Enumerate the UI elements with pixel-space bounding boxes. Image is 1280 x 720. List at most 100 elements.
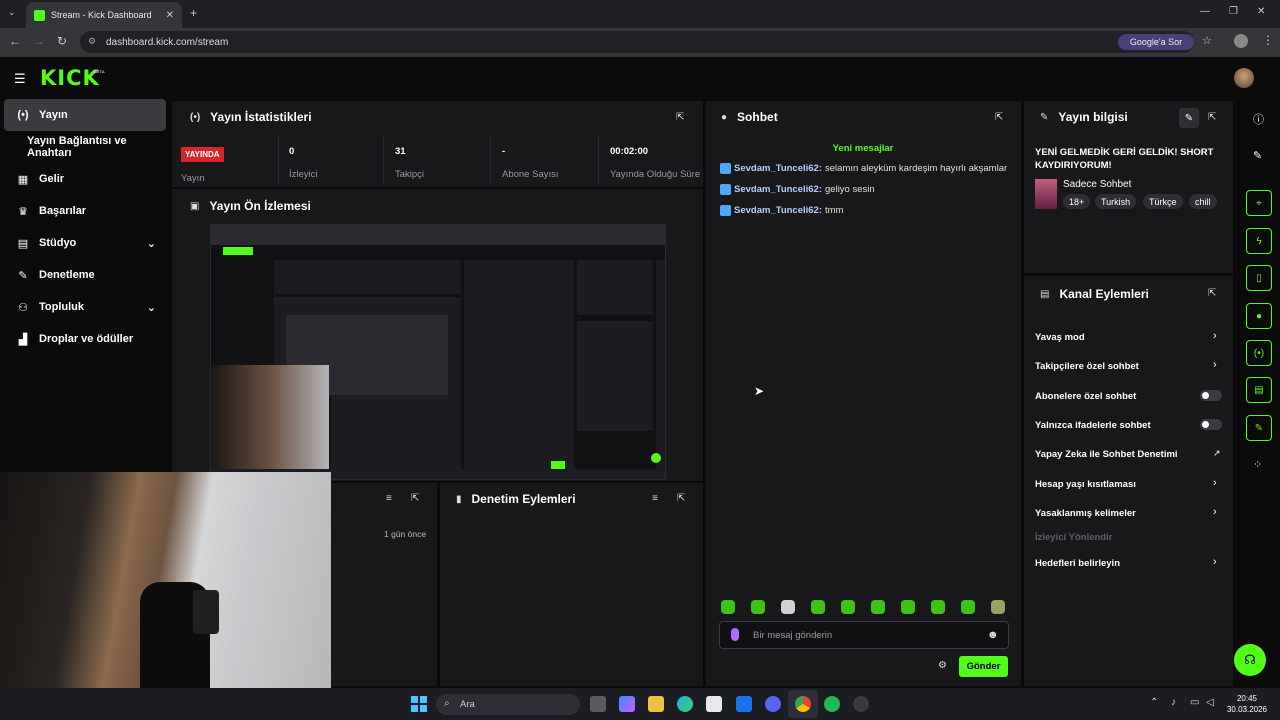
chevron-right-icon[interactable]: › (1213, 330, 1217, 342)
send-button[interactable]: Gönder (959, 656, 1008, 677)
chat-settings-gear-icon[interactable]: ⚙ (938, 660, 947, 671)
sidebar-item-stream-key[interactable]: Yayın Bağlantısı ve Anahtarı (4, 131, 166, 163)
popout-icon[interactable]: ⇱ (1208, 288, 1216, 299)
action-set-goals[interactable]: Hedefleri belirleyin (1035, 558, 1120, 569)
info-icon[interactable]: ⓘ (1253, 111, 1264, 127)
sidebar-item-gelir[interactable]: ▦ Gelir (4, 163, 166, 195)
popout-icon[interactable]: ⇱ (677, 493, 685, 504)
taskbar-clock[interactable]: 20:45 30.03.2026 (1222, 693, 1272, 715)
browser-tab[interactable]: Stream - Kick Dashboard ✕ (26, 2, 182, 28)
copilot-icon[interactable] (619, 696, 635, 712)
tab-list-icon[interactable]: ⌄ (8, 7, 16, 18)
chat-username[interactable]: Sevdam_Tunceli62: (734, 205, 822, 216)
wrench-icon[interactable]: ✎ (1246, 415, 1272, 441)
edit-pencil-icon[interactable]: ✎ (1253, 149, 1262, 162)
chat-bubble-icon[interactable]: ● (1246, 303, 1272, 329)
edit-pencil-icon[interactable]: ✎ (1179, 108, 1199, 128)
tray-chevron-up-icon[interactable]: ⌃ (1150, 697, 1158, 708)
reload-icon[interactable]: ↻ (57, 34, 67, 48)
spotify-icon[interactable] (824, 696, 840, 712)
popout-icon[interactable]: ⇱ (411, 493, 419, 504)
tray-volume-icon[interactable]: ◁ (1206, 697, 1214, 708)
sidebar-item-droplar[interactable]: ▟ Droplar ve ödüller (4, 323, 166, 355)
emote-icon[interactable] (931, 600, 945, 614)
mail-icon[interactable] (736, 696, 752, 712)
chat-input[interactable]: Bir mesaj gönderin (719, 621, 1009, 649)
bookmark-star-icon[interactable]: ☆ (1202, 34, 1212, 47)
layout-icon[interactable]: ▤ (1246, 377, 1272, 403)
chevron-right-icon[interactable]: › (1213, 556, 1217, 568)
lightning-icon[interactable]: ϟ (1246, 228, 1272, 254)
add-widget-icon[interactable]: ⁘ (1253, 458, 1262, 471)
emote-icon[interactable] (841, 600, 855, 614)
address-bar[interactable]: ⚙ dashboard.kick.com/stream (80, 31, 1194, 53)
emote-icon[interactable] (991, 600, 1005, 614)
screenshot-icon[interactable]: ⌖ (1246, 190, 1272, 216)
tray-microphone-icon[interactable]: ♪ (1171, 697, 1176, 708)
action-followers-only[interactable]: Takipçilere özel sohbet (1035, 361, 1139, 372)
sidebar-item-studyo[interactable]: ▤ Stüdyo ⌄ (4, 227, 166, 259)
stream-preview-video[interactable] (210, 224, 666, 480)
action-slow-mode[interactable]: Yavaş mod (1035, 332, 1085, 343)
sidebar-item-denetleme[interactable]: ✎ Denetleme (4, 259, 166, 291)
help-support-button[interactable]: ☊ (1234, 644, 1266, 676)
sidebar-item-yayin[interactable]: (•) Yayın (4, 99, 166, 131)
chat-username[interactable]: Sevdam_Tunceli62: (734, 184, 822, 195)
task-view-icon[interactable] (590, 696, 606, 712)
emote-icon[interactable] (781, 600, 795, 614)
chevron-right-icon[interactable]: › (1213, 477, 1217, 489)
kick-logo[interactable]: KICK (40, 66, 100, 90)
popout-icon[interactable]: ⇱ (995, 112, 1003, 123)
emote-icon[interactable] (811, 600, 825, 614)
obs-icon[interactable] (853, 696, 869, 712)
subscribers-only-toggle[interactable] (1200, 390, 1222, 401)
restore-icon[interactable]: ❐ (1229, 6, 1238, 17)
emote-icon[interactable] (721, 600, 735, 614)
menu-dots-icon[interactable]: ⋮ (1262, 33, 1274, 47)
profile-icon[interactable] (1234, 34, 1248, 48)
emote-icon[interactable] (961, 600, 975, 614)
action-account-age[interactable]: Hesap yaşı kısıtlaması (1035, 479, 1136, 490)
file-explorer-icon[interactable] (648, 696, 664, 712)
chrome-icon[interactable] (795, 696, 811, 712)
filter-icon[interactable]: ≡ (386, 493, 392, 504)
windows-start-icon[interactable] (411, 696, 427, 712)
sidebar-item-topluluk[interactable]: ⚇ Topluluk ⌄ (4, 291, 166, 323)
filter-icon[interactable]: ≡ (652, 493, 658, 504)
category-name[interactable]: Sadece Sohbet (1063, 179, 1131, 190)
popout-icon[interactable]: ⇱ (676, 112, 684, 123)
chat-message[interactable]: Sevdam_Tunceli62: tmm (720, 205, 843, 216)
sidebar-item-basarilar[interactable]: ♛ Başarılar (4, 195, 166, 227)
user-avatar[interactable] (1234, 68, 1254, 88)
forward-icon[interactable]: → (33, 34, 45, 48)
external-link-icon[interactable]: ↗ (1213, 448, 1221, 459)
minimize-icon[interactable]: — (1200, 6, 1210, 17)
action-banned-words[interactable]: Yasaklanmış kelimeler (1035, 508, 1136, 519)
taskbar-search[interactable]: ⌕ Ara (436, 694, 580, 715)
category-thumbnail[interactable] (1035, 179, 1057, 209)
close-tab-icon[interactable]: ✕ (166, 10, 174, 21)
tray-monitor-icon[interactable]: ▭ (1190, 697, 1199, 708)
microphone-icon[interactable] (731, 628, 739, 641)
site-info-icon[interactable]: ⚙ (88, 36, 96, 47)
emote-icon[interactable] (871, 600, 885, 614)
discord-icon[interactable] (765, 696, 781, 712)
emoji-icon[interactable]: ☻ (987, 629, 999, 641)
chevron-right-icon[interactable]: › (1213, 359, 1217, 371)
chat-message[interactable]: Sevdam_Tunceli62: selamın aleyküm kardeş… (720, 163, 1007, 174)
google-ask-button[interactable]: Google'a Sor (1118, 34, 1194, 50)
chat-username[interactable]: Sevdam_Tunceli62: (734, 163, 822, 174)
chat-message[interactable]: Sevdam_Tunceli62: geliyo sesin (720, 184, 875, 195)
new-tab-icon[interactable]: + (190, 6, 197, 20)
clipboard-icon[interactable]: ▯ (1246, 265, 1272, 291)
broadcast-icon[interactable]: (•) (1246, 340, 1272, 366)
emotes-only-toggle[interactable] (1200, 419, 1222, 430)
close-window-icon[interactable]: ✕ (1257, 6, 1265, 17)
store-icon[interactable] (706, 696, 722, 712)
emote-icon[interactable] (901, 600, 915, 614)
edge-icon[interactable] (677, 696, 693, 712)
emote-icon[interactable] (751, 600, 765, 614)
chevron-right-icon[interactable]: › (1213, 506, 1217, 518)
back-icon[interactable]: ← (9, 34, 21, 48)
hamburger-menu-icon[interactable]: ☰ (14, 71, 26, 87)
